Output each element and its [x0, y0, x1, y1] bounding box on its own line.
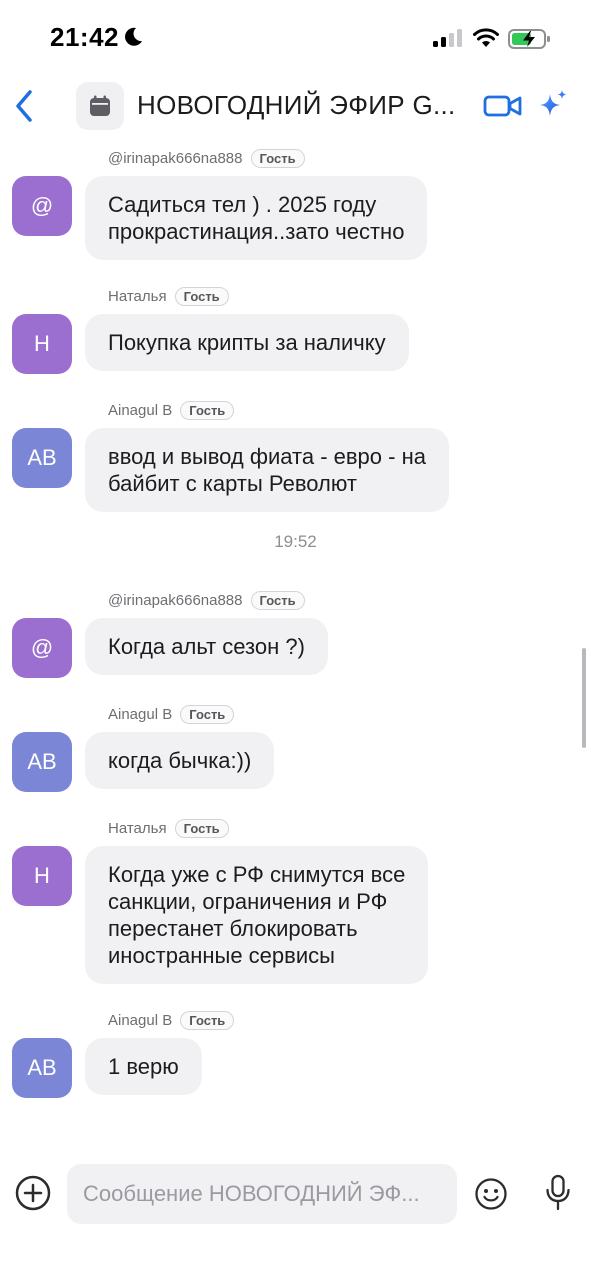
chat-message[interactable]: Ainagul B Гость AB когда бычка:)) [12, 696, 591, 792]
sender-name[interactable]: Наталья [108, 288, 167, 305]
calendar-icon [90, 95, 110, 116]
time-divider: 19:52 [274, 532, 317, 551]
chat-message[interactable]: Наталья Гость Н Когда уже с РФ снимутся все… [12, 810, 591, 984]
sender-name[interactable]: @irinapak666na888 [108, 592, 243, 609]
channel-avatar[interactable] [76, 82, 124, 130]
status-bar: 21:42 [0, 0, 591, 80]
message-body: AB ввод и вывод фиата - евро - на байбит … [12, 428, 591, 512]
wifi-icon [473, 28, 499, 47]
message-bubble[interactable]: Садиться тел ) . 2025 году прокрастинаци… [85, 176, 428, 260]
sender-row: Ainagul B Гость [108, 696, 591, 732]
avatar[interactable]: AB [12, 428, 72, 488]
video-call-icon[interactable] [483, 92, 523, 120]
sender-row: Ainagul B Гость [108, 392, 591, 428]
channel-title[interactable]: НОВОГОДНИЙ ЭФИР G... [137, 90, 462, 121]
chat-message[interactable]: Ainagul B Гость AB ввод и вывод фиата - евр… [12, 392, 591, 512]
message-composer [0, 1158, 591, 1238]
sparkle-ai-icon[interactable] [536, 88, 570, 122]
microphone-icon[interactable] [544, 1174, 572, 1212]
sender-row: @irinapak666na888 Гость [108, 582, 591, 618]
message-body: AB когда бычка:)) [12, 732, 591, 792]
message-thread[interactable]: @irinapak666na888 Гость @ Садиться тел ) . … [0, 140, 591, 1152]
add-attachment-icon[interactable] [14, 1174, 52, 1212]
guest-badge: Гость [180, 704, 235, 724]
avatar[interactable]: @ [12, 176, 72, 236]
guest-badge: Гость [180, 1010, 235, 1030]
status-time: 21:42 [50, 22, 119, 52]
moon-icon [125, 27, 142, 46]
sender-row: Наталья Гость [108, 810, 591, 846]
avatar[interactable]: AB [12, 1038, 72, 1098]
message-list: @irinapak666na888 Гость @ Садиться тел ) . … [0, 140, 591, 1098]
chat-message[interactable]: @irinapak666na888 Гость @ Когда альт сезон … [12, 582, 591, 678]
sender-name[interactable]: @irinapak666na888 [108, 150, 243, 167]
cellular-signal-icon [433, 29, 462, 47]
guest-badge: Гость [180, 400, 235, 420]
message-body: Н Когда уже с РФ снимутся все санкции, ог… [12, 846, 591, 984]
message-bubble[interactable]: ввод и вывод фиата - евро - на байбит с … [85, 428, 449, 512]
message-bubble[interactable]: 1 верю [85, 1038, 202, 1095]
message-bubble[interactable]: Покупка крипты за наличку [85, 314, 409, 371]
avatar[interactable]: AB [12, 732, 72, 792]
sender-name[interactable]: Ainagul B [108, 402, 172, 419]
guest-badge: Гость [250, 148, 305, 168]
back-button[interactable] [8, 84, 40, 128]
message-body: Н Покупка крипты за наличку [12, 314, 591, 374]
message-body: @ Садиться тел ) . 2025 году прокрастинац… [12, 176, 591, 260]
chat-message[interactable]: Наталья Гость Н Покупка крипты за наличку [12, 278, 591, 374]
guest-badge: Гость [174, 818, 229, 838]
sender-row: Наталья Гость [108, 278, 591, 314]
guest-badge: Гость [250, 590, 305, 610]
sender-row: Ainagul B Гость [108, 1002, 591, 1038]
scrollbar-thumb[interactable] [582, 648, 586, 748]
sender-name[interactable]: Ainagul B [108, 706, 172, 723]
sender-name[interactable]: Наталья [108, 820, 167, 837]
message-bubble[interactable]: когда бычка:)) [85, 732, 275, 789]
sender-name[interactable]: Ainagul B [108, 1012, 172, 1029]
sender-row: @irinapak666na888 Гость [108, 140, 591, 176]
message-bubble[interactable]: Когда уже с РФ снимутся все санкции, огр… [85, 846, 429, 984]
chat-header: НОВОГОДНИЙ ЭФИР G... [0, 78, 591, 134]
avatar[interactable]: @ [12, 618, 72, 678]
avatar[interactable]: Н [12, 314, 72, 374]
message-body: AB 1 верю [12, 1038, 591, 1098]
emoji-icon[interactable] [474, 1177, 508, 1211]
battery-charging-icon [508, 29, 550, 49]
chat-message[interactable]: Ainagul B Гость AB 1 верю [12, 1002, 591, 1098]
chat-message[interactable]: @irinapak666na888 Гость @ Садиться тел ) . … [12, 140, 591, 260]
chevron-left-icon [16, 90, 32, 122]
avatar[interactable]: Н [12, 846, 72, 906]
message-body: @ Когда альт сезон ?) [12, 618, 591, 678]
message-bubble[interactable]: Когда альт сезон ?) [85, 618, 328, 675]
message-input[interactable] [67, 1164, 457, 1224]
guest-badge: Гость [174, 286, 229, 306]
